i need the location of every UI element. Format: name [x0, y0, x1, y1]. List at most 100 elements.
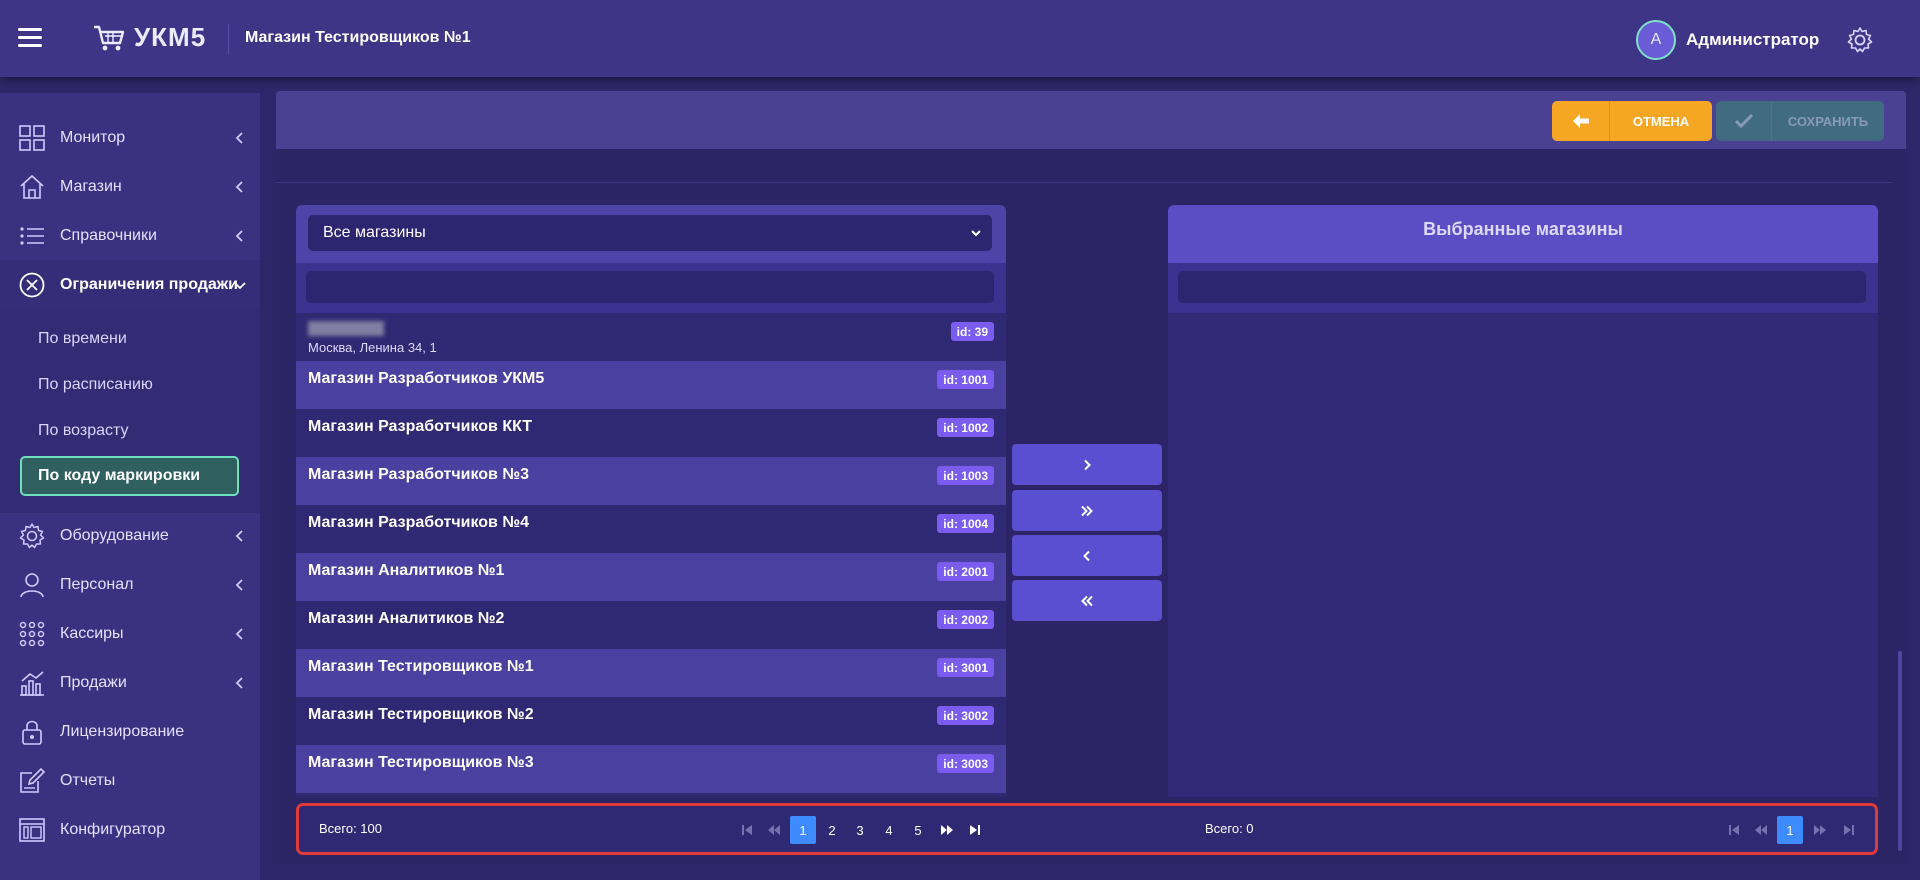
page-button-4[interactable]: 4: [876, 816, 902, 844]
sidebar-item-sales[interactable]: Продажи: [0, 658, 260, 707]
chevron-left-icon: [235, 131, 243, 144]
configurator-icon: [19, 817, 45, 842]
left-total-count: Всего: 100: [319, 821, 383, 836]
list-item[interactable]: Магазин Тестировщиков №1 id: 3001: [296, 649, 1006, 697]
submenu-item-by-age[interactable]: По возрасту: [20, 411, 239, 451]
sidebar-item-label: Лицензирование: [60, 722, 185, 740]
gear-icon: [19, 522, 45, 548]
current-store-title: Магазин Тестировщиков №1: [245, 29, 471, 46]
sidebar-item-directories[interactable]: Справочники: [0, 211, 260, 260]
next-pages-icon[interactable]: [1807, 816, 1833, 844]
sidebar-item-configurator[interactable]: Конфигуратор: [0, 805, 260, 854]
checkmark-icon: [1716, 101, 1772, 141]
avatar[interactable]: А: [1636, 20, 1676, 60]
list-item[interactable]: Магазин Тестировщиков №2 id: 3002: [296, 697, 1006, 745]
chevron-right-icon: [1084, 459, 1091, 470]
available-stores-search-bar: [296, 263, 1006, 313]
list-item[interactable]: Магазин Аналитиков №2 id: 2002: [296, 601, 1006, 649]
list-item[interactable]: Магазин Тестировщиков №3 id: 3003: [296, 745, 1006, 793]
move-selected-left-button[interactable]: [1012, 535, 1162, 576]
sidebar-item-monitor[interactable]: Монитор: [0, 113, 260, 162]
store-id-badge: id: 1002: [937, 418, 994, 437]
page-button-1[interactable]: 1: [790, 816, 816, 844]
last-page-icon[interactable]: [962, 816, 988, 844]
monitor-grid-icon: [19, 124, 45, 151]
store-name: Магазин Тестировщиков №3: [308, 754, 534, 771]
available-stores-search-input[interactable]: [306, 271, 994, 303]
save-label: СОХРАНИТЬ: [1787, 113, 1869, 129]
page-button-3[interactable]: 3: [847, 816, 873, 844]
right-total-count: Всего: 0: [1205, 821, 1254, 836]
restriction-circle-icon: [19, 272, 45, 297]
section-divider: [276, 182, 1892, 183]
previous-pages-icon[interactable]: [761, 816, 787, 844]
submenu-sales-restrictions: По времени По расписанию По возрасту По …: [0, 309, 260, 513]
submenu-item-by-time[interactable]: По времени: [20, 319, 239, 359]
list-item[interactable]: Магазин Разработчиков УКМ5 id: 1001: [296, 361, 1006, 409]
settings-gear-icon[interactable]: [1846, 26, 1874, 54]
page-button-5[interactable]: 5: [905, 816, 931, 844]
page-button-1[interactable]: 1: [1777, 816, 1803, 844]
next-pages-icon[interactable]: [934, 816, 960, 844]
user-menu[interactable]: А Администратор: [1636, 20, 1819, 60]
list-item[interactable]: Магазин Разработчиков ККТ id: 1002: [296, 409, 1006, 457]
first-page-icon[interactable]: [1721, 816, 1747, 844]
chevron-down-icon: [971, 230, 981, 237]
top-bar: УКМ5 Магазин Тестировщиков №1 А Админист…: [0, 0, 1920, 77]
user-name[interactable]: Администратор: [1686, 30, 1819, 50]
sidebar-item-personnel[interactable]: Персонал: [0, 560, 260, 609]
selected-stores-panel: Выбранные магазины: [1168, 205, 1878, 797]
sidebar-item-label: Справочники: [60, 226, 157, 244]
chevron-down-icon: [234, 281, 246, 289]
page-button-2[interactable]: 2: [819, 816, 845, 844]
store-id-badge: id: 3001: [937, 658, 994, 677]
shopping-cart-icon: [94, 25, 125, 50]
save-button[interactable]: СОХРАНИТЬ: [1716, 101, 1884, 141]
sidebar-item-equipment[interactable]: Оборудование: [0, 511, 260, 560]
vertical-scrollbar[interactable]: [1898, 651, 1902, 851]
submenu-item-by-marking-code[interactable]: По коду маркировки: [20, 456, 239, 496]
dots-grid-icon: [19, 621, 45, 646]
store-id-badge: id: 2002: [937, 610, 994, 629]
cancel-label: ОТМЕНА: [1632, 113, 1690, 129]
sidebar-item-reports[interactable]: Отчеты: [0, 756, 260, 805]
move-selected-right-button[interactable]: [1012, 444, 1162, 485]
store-name: Магазин Разработчиков ККТ: [308, 418, 533, 435]
arrow-left-icon: [1552, 101, 1610, 141]
first-page-icon[interactable]: [734, 816, 760, 844]
list-item[interactable]: Магазин Разработчиков №4 id: 1004: [296, 505, 1006, 553]
store-id-badge: id: 3003: [937, 754, 994, 773]
chevron-left-icon: [235, 529, 243, 542]
last-page-icon[interactable]: [1836, 816, 1862, 844]
list-item[interactable]: Москва, Ленина 34, 1 id: 39: [296, 313, 1006, 361]
sales-chart-icon: [20, 670, 44, 696]
store-name: Магазин Тестировщиков №2: [308, 706, 534, 723]
selected-stores-search-input[interactable]: [1178, 271, 1866, 303]
action-toolbar: ОТМЕНА СОХРАНИТЬ: [276, 91, 1906, 149]
sidebar-item-licensing[interactable]: Лицензирование: [0, 707, 260, 756]
move-all-left-button[interactable]: [1012, 580, 1162, 621]
sidebar-item-cashiers[interactable]: Кассиры: [0, 609, 260, 658]
sidebar-item-sales-restrictions[interactable]: Ограничения продажи: [0, 260, 260, 309]
list-item[interactable]: Магазин Разработчиков №3 id: 1003: [296, 457, 1006, 505]
lock-icon: [22, 720, 42, 745]
cancel-button[interactable]: ОТМЕНА: [1552, 101, 1712, 141]
available-stores-panel: Все магазины Москва, Ленина 34, 1 id: 39…: [296, 205, 1006, 797]
hamburger-menu-icon[interactable]: [18, 28, 42, 50]
store-filter-select[interactable]: Все магазины: [308, 215, 992, 251]
submenu-item-by-schedule[interactable]: По расписанию: [20, 365, 239, 405]
store-id-badge: id: 1004: [937, 514, 994, 533]
previous-pages-icon[interactable]: [1748, 816, 1774, 844]
store-name: Магазин Разработчиков УКМ5: [308, 370, 545, 387]
report-edit-icon: [20, 767, 46, 793]
move-all-right-button[interactable]: [1012, 490, 1162, 531]
double-chevron-right-icon: [1081, 505, 1093, 516]
store-filter-value: Все магазины: [323, 224, 426, 241]
chevron-left-icon: [1083, 550, 1090, 561]
store-name: Магазин Аналитиков №2: [308, 610, 505, 627]
list-icon: [20, 226, 44, 245]
store-name: Магазин Разработчиков №3: [308, 466, 530, 483]
chevron-left-icon: [235, 229, 243, 242]
list-item[interactable]: Магазин Аналитиков №1 id: 2001: [296, 553, 1006, 601]
sidebar-item-store[interactable]: Магазин: [0, 162, 260, 211]
